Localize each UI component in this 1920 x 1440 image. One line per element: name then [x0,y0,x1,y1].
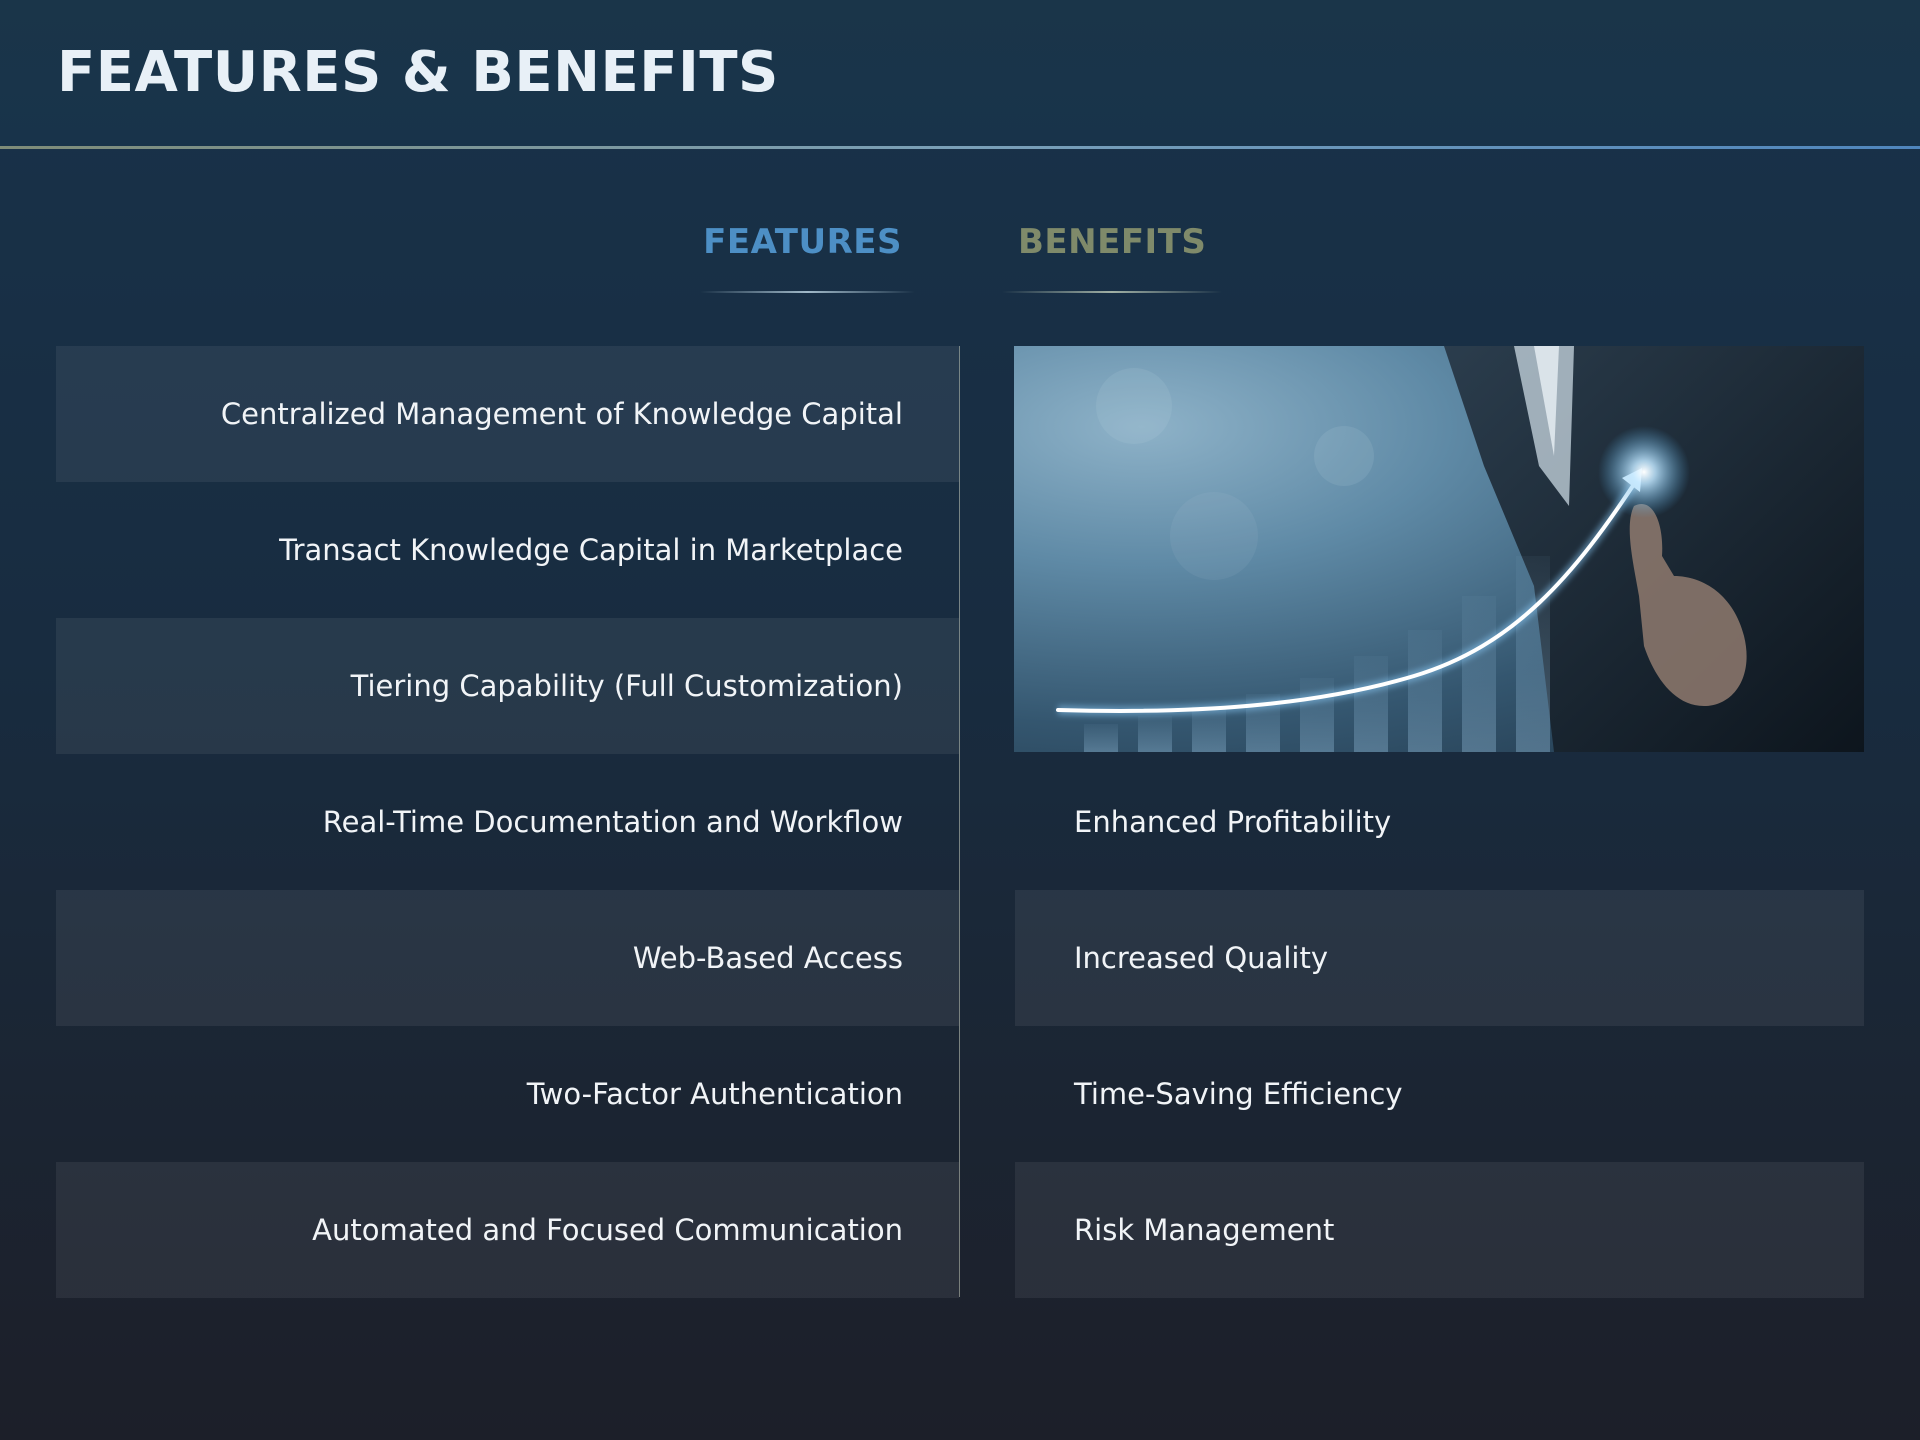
bokeh-light [1314,426,1374,486]
page-title: FEATURES & BENEFITS [57,40,779,105]
feature-text: Tiering Capability (Full Customization) [350,669,903,703]
feature-cell: Transact Knowledge Capital in Marketplac… [56,482,959,618]
bokeh-light [1170,492,1258,580]
growth-bar [1084,724,1118,752]
feature-text: Web-Based Access [632,941,903,975]
bokeh-light [1096,368,1172,444]
feature-text: Centralized Management of Knowledge Capi… [220,397,903,431]
feature-text: Automated and Focused Communication [312,1213,903,1247]
growth-chart-photo [1014,346,1864,752]
feature-cell: Web-Based Access [56,890,959,1026]
feature-text: Two-Factor Authentication [526,1077,903,1111]
feature-text: Transact Knowledge Capital in Marketplac… [279,533,903,567]
fingertip-glow [1598,426,1690,518]
growth-bar [1408,630,1442,752]
benefit-cell: Enhanced Profitability [1015,754,1864,890]
growth-bar [1516,556,1550,752]
table-row: Real-Time Documentation and Workflow Enh… [56,754,1864,890]
benefit-text: Enhanced Profitability [1074,805,1392,839]
column-divider [959,346,960,1297]
benefits-header-underline [1002,291,1222,293]
growth-bar [1354,656,1388,752]
benefit-cell: Risk Management [1015,1162,1864,1298]
benefit-cell: Time-Saving Efficiency [1015,1026,1864,1162]
businessman-growth-illustration [1056,346,1864,752]
table-row: Two-Factor Authentication Time-Saving Ef… [56,1026,1864,1162]
features-column-header: FEATURES [703,222,902,262]
feature-cell: Two-Factor Authentication [56,1026,959,1162]
table-row: Automated and Focused Communication Risk… [56,1162,1864,1298]
header-divider [0,146,1920,149]
feature-cell: Automated and Focused Communication [56,1162,959,1298]
feature-cell: Tiering Capability (Full Customization) [56,618,959,754]
benefit-text: Increased Quality [1074,941,1328,975]
benefit-text: Risk Management [1074,1213,1335,1247]
table-row: Web-Based Access Increased Quality [56,890,1864,1026]
feature-text: Real-Time Documentation and Workflow [322,805,903,839]
header-band: FEATURES & BENEFITS [0,0,1920,148]
benefits-column-header: BENEFITS [1018,222,1207,262]
features-header-underline [700,291,915,293]
benefit-cell: Increased Quality [1015,890,1864,1026]
feature-cell: Real-Time Documentation and Workflow [56,754,959,890]
growth-bar [1300,678,1334,752]
feature-cell: Centralized Management of Knowledge Capi… [56,346,959,482]
benefit-text: Time-Saving Efficiency [1074,1077,1403,1111]
growth-bar [1138,716,1172,752]
growth-bar [1462,596,1496,752]
